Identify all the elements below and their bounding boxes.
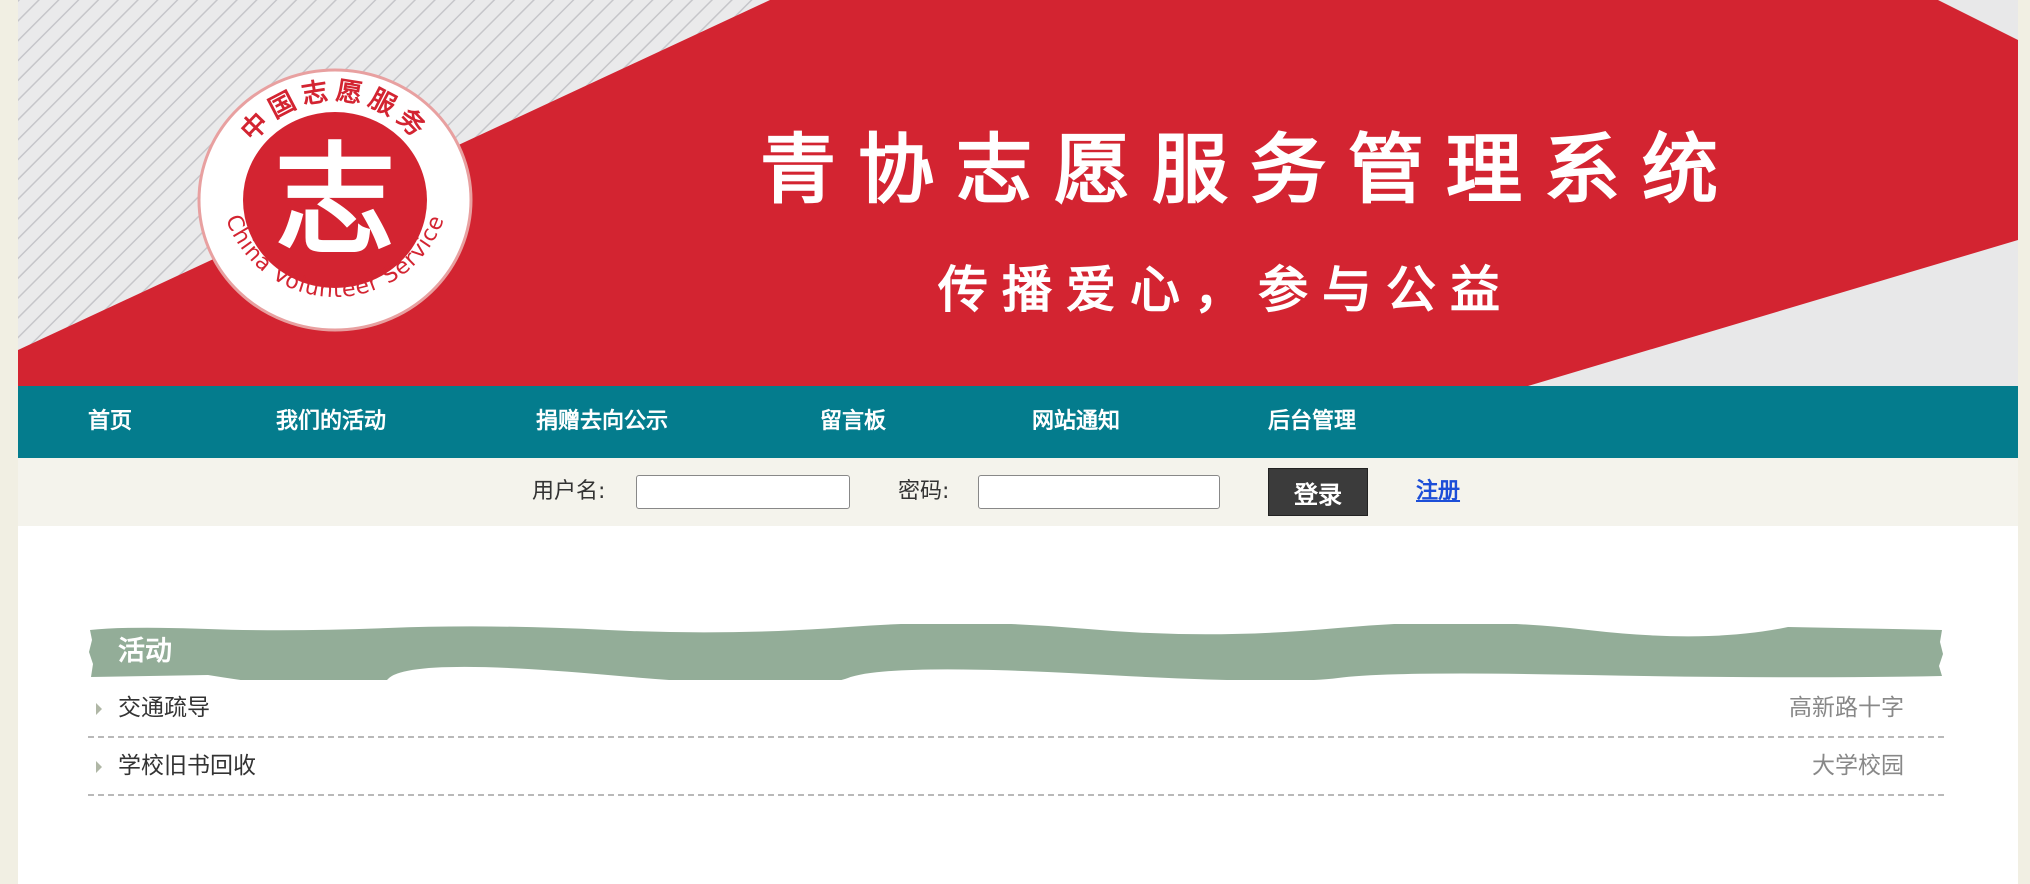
header-banner: 中国志愿服务 China Volunteer Service 志 青协志愿服务管… <box>18 0 2018 386</box>
site-title: 青协志愿服务管理系统 <box>760 125 1740 214</box>
nav-admin[interactable]: 后台管理 <box>1268 386 1356 458</box>
login-bar: 用户名: 密码: 登录 注册 <box>18 458 2018 526</box>
activity-title-link[interactable]: 学校旧书回收 <box>118 738 256 794</box>
password-label: 密码: <box>898 479 950 504</box>
svg-text:志: 志 <box>275 130 395 271</box>
nav-our-activities[interactable]: 我们的活动 <box>276 386 386 458</box>
activity-row: 学校旧书回收 大学校园 <box>88 738 1944 796</box>
triangle-bullet-icon <box>96 703 102 715</box>
username-input[interactable] <box>636 475 850 509</box>
username-label: 用户名: <box>532 479 606 504</box>
login-button[interactable]: 登录 <box>1268 468 1368 516</box>
page: 中国志愿服务 China Volunteer Service 志 青协志愿服务管… <box>18 0 2018 884</box>
activities-panel: 活动 交通疏导 高新路十字 学校旧书回收 大学校园 <box>88 624 1944 796</box>
triangle-bullet-icon <box>96 761 102 773</box>
activity-row: 交通疏导 高新路十字 <box>88 680 1944 738</box>
nav-home[interactable]: 首页 <box>88 386 132 458</box>
brush-stroke-background <box>89 624 1943 680</box>
nav-site-notice[interactable]: 网站通知 <box>1032 386 1120 458</box>
nav-message-board[interactable]: 留言板 <box>820 386 886 458</box>
site-slogan: 传播爱心，参与公益 <box>938 261 1514 319</box>
china-volunteer-service-logo: 中国志愿服务 China Volunteer Service 志 <box>197 68 473 332</box>
activity-location: 大学校园 <box>1812 753 1904 779</box>
activities-title: 活动 <box>118 636 172 667</box>
main-nav: 首页 我们的活动 捐赠去向公示 留言板 网站通知 后台管理 <box>18 386 2018 458</box>
activities-header: 活动 <box>88 624 1944 680</box>
activity-location: 高新路十字 <box>1789 695 1904 721</box>
password-input[interactable] <box>978 475 1220 509</box>
register-link[interactable]: 注册 <box>1416 458 1460 526</box>
activity-title-link[interactable]: 交通疏导 <box>118 680 210 736</box>
nav-donation-disclosure[interactable]: 捐赠去向公示 <box>536 386 668 458</box>
